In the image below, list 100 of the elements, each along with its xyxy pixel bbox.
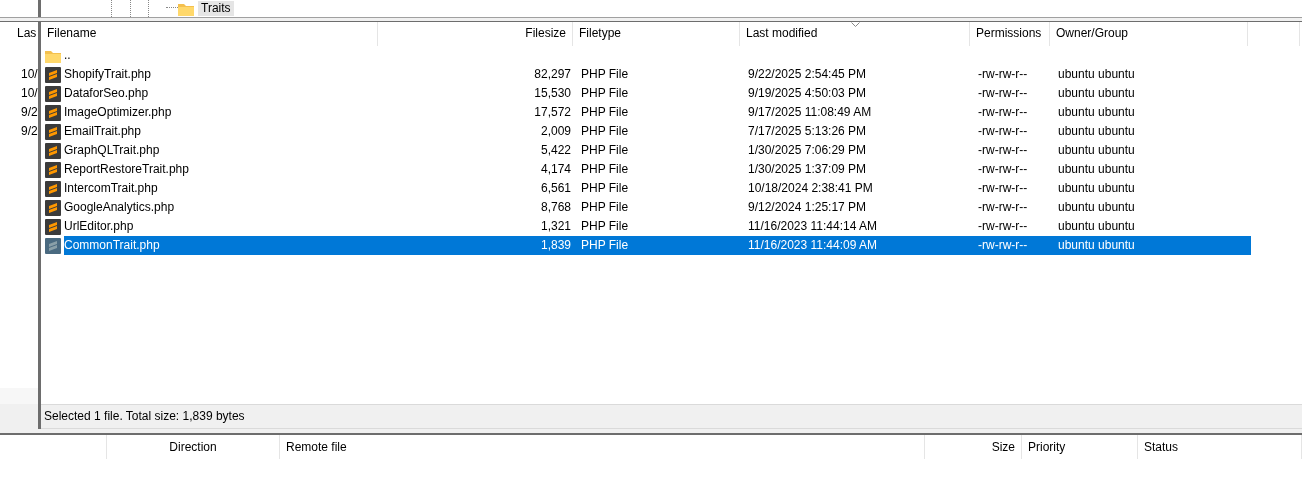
status-bar	[0, 404, 38, 429]
file-icon	[45, 142, 61, 159]
file-type: PHP File	[581, 219, 629, 233]
table-cell: 9/2	[21, 124, 38, 138]
file-type: PHP File	[581, 181, 629, 195]
column-header[interactable]: Direction	[107, 435, 280, 459]
column-header[interactable]: Filesize	[378, 21, 573, 46]
pane-footer	[0, 388, 38, 404]
modified-date: 7/17/2025 5:13:26 PM	[748, 124, 867, 138]
file-icon	[45, 161, 61, 178]
file-size: 5,422	[540, 143, 571, 157]
column-header[interactable]: Las	[17, 24, 37, 43]
modified-date: 1/30/2025 7:06:29 PM	[748, 143, 867, 157]
file-name: ReportRestoreTrait.php	[64, 162, 189, 176]
file-type: PHP File	[581, 162, 629, 176]
file-row[interactable]: DataforSeo.php 15,530 PHP File 9/19/2025 4:50:03 PM -rw-rw-r-- ubuntu ubuntu	[64, 84, 1302, 103]
file-row[interactable]: GraphQLTrait.php 5,422 PHP File 1/30/2025 7:06:29 PM -rw-rw-r-- ubuntu ubuntu	[64, 141, 1302, 160]
permissions: -rw-rw-r--	[978, 162, 1028, 176]
modified-date: 9/19/2025 4:50:03 PM	[748, 86, 867, 100]
file-row[interactable]: CommonTrait.php 1,839 PHP File 11/16/2023 11:44:09 AM -rw-rw-r-- ubuntu ubuntu	[64, 236, 1251, 255]
permissions: -rw-rw-r--	[978, 219, 1028, 233]
file-row[interactable]: GoogleAnalytics.php 8,768 PHP File 9/12/2024 1:25:17 PM -rw-rw-r-- ubuntu ubuntu	[64, 198, 1302, 217]
column-header[interactable]: Filetype	[573, 21, 740, 46]
file-type: PHP File	[581, 200, 629, 214]
file-size: 1,321	[540, 219, 571, 233]
file-size: 4,174	[540, 162, 571, 176]
file-icon	[45, 66, 61, 83]
column-header[interactable]: Status	[1138, 435, 1302, 459]
owner-group: ubuntu ubuntu	[1058, 200, 1135, 214]
column-header[interactable]: Filename	[41, 21, 378, 46]
file-name: ShopifyTrait.php	[64, 67, 151, 81]
table-cell: 10/	[21, 86, 38, 100]
file-name: CommonTrait.php	[64, 238, 160, 252]
file-name: ..	[64, 48, 71, 62]
modified-date: 11/16/2023 11:44:14 AM	[748, 219, 877, 233]
file-row[interactable]: ReportRestoreTrait.php 4,174 PHP File 1/30/2025 1:37:09 PM -rw-rw-r-- ubuntu ubuntu	[64, 160, 1302, 179]
owner-group: ubuntu ubuntu	[1058, 219, 1135, 233]
file-icon	[45, 123, 61, 140]
column-header[interactable]: Owner/Group	[1050, 21, 1248, 46]
file-icon	[45, 218, 61, 235]
file-size: 15,530	[534, 86, 571, 100]
file-type: PHP File	[581, 67, 629, 81]
file-row[interactable]: UrlEditor.php 1,321 PHP File 11/16/2023 11:44:14 AM -rw-rw-r-- ubuntu ubuntu	[64, 217, 1302, 236]
table-cell: 9/2	[21, 105, 38, 119]
permissions: -rw-rw-r--	[978, 105, 1028, 119]
file-row[interactable]: EmailTrait.php 2,009 PHP File 7/17/2025 5:13:26 PM -rw-rw-r-- ubuntu ubuntu	[64, 122, 1302, 141]
file-type: PHP File	[581, 238, 629, 252]
file-size: 1,839	[540, 238, 571, 252]
column-header[interactable]: Permissions	[970, 21, 1050, 46]
file-name: DataforSeo.php	[64, 86, 149, 100]
permissions: -rw-rw-r--	[978, 67, 1028, 81]
file-row[interactable]: ShopifyTrait.php 82,297 PHP File 9/22/2025 2:54:45 PM -rw-rw-r-- ubuntu ubuntu	[64, 65, 1302, 84]
file-size: 8,768	[540, 200, 571, 214]
file-name: IntercomTrait.php	[64, 181, 158, 195]
file-name: GoogleAnalytics.php	[64, 200, 175, 214]
file-icon	[45, 85, 61, 102]
column-header[interactable]: Size	[925, 435, 1022, 459]
file-name: UrlEditor.php	[64, 219, 134, 233]
owner-group: ubuntu ubuntu	[1058, 143, 1135, 157]
column-header[interactable]: Last modified	[740, 21, 970, 46]
file-size: 17,572	[534, 105, 571, 119]
tree-item[interactable]: Traits	[198, 1, 234, 16]
modified-date: 9/17/2025 11:08:49 AM	[748, 105, 872, 119]
file-name: GraphQLTrait.php	[64, 143, 160, 157]
file-type: PHP File	[581, 143, 629, 157]
table-cell: 10/	[21, 67, 38, 81]
file-icon	[45, 104, 61, 121]
column-header[interactable]: Remote file	[280, 435, 925, 459]
column-header[interactable]: Priority	[1022, 435, 1138, 459]
file-type: PHP File	[581, 124, 629, 138]
file-name: EmailTrait.php	[64, 124, 141, 138]
file-size: 82,297	[534, 67, 571, 81]
file-type: PHP File	[581, 86, 629, 100]
file-icon	[45, 199, 61, 216]
permissions: -rw-rw-r--	[978, 181, 1028, 195]
file-icon	[45, 180, 61, 197]
modified-date: 1/30/2025 1:37:09 PM	[748, 162, 867, 176]
file-row[interactable]: IntercomTrait.php 6,561 PHP File 10/18/2024 2:38:41 PM -rw-rw-r-- ubuntu ubuntu	[64, 179, 1302, 198]
owner-group: ubuntu ubuntu	[1058, 86, 1135, 100]
modified-date: 9/22/2025 2:54:45 PM	[748, 67, 867, 81]
modified-date: 10/18/2024 2:38:41 PM	[748, 181, 873, 195]
file-size: 6,561	[540, 181, 571, 195]
status-text: Selected 1 file. Total size: 1,839 bytes	[44, 408, 245, 425]
file-row[interactable]: ..	[64, 46, 1302, 65]
folder-icon	[178, 1, 194, 16]
sort-icon	[850, 21, 860, 27]
owner-group: ubuntu ubuntu	[1058, 105, 1135, 119]
permissions: -rw-rw-r--	[978, 143, 1028, 157]
modified-date: 11/16/2023 11:44:09 AM	[748, 238, 877, 252]
file-row[interactable]: ImageOptimizer.php 17,572 PHP File 9/17/2025 11:08:49 AM -rw-rw-r-- ubuntu ubuntu	[64, 103, 1302, 122]
owner-group: ubuntu ubuntu	[1058, 162, 1135, 176]
file-type: PHP File	[581, 105, 629, 119]
permissions: -rw-rw-r--	[978, 124, 1028, 138]
folder-icon	[45, 48, 61, 63]
file-size: 2,009	[540, 124, 571, 138]
owner-group: ubuntu ubuntu	[1058, 238, 1135, 252]
modified-date: 9/12/2024 1:25:17 PM	[748, 200, 867, 214]
permissions: -rw-rw-r--	[978, 238, 1028, 252]
permissions: -rw-rw-r--	[978, 200, 1028, 214]
owner-group: ubuntu ubuntu	[1058, 124, 1135, 138]
